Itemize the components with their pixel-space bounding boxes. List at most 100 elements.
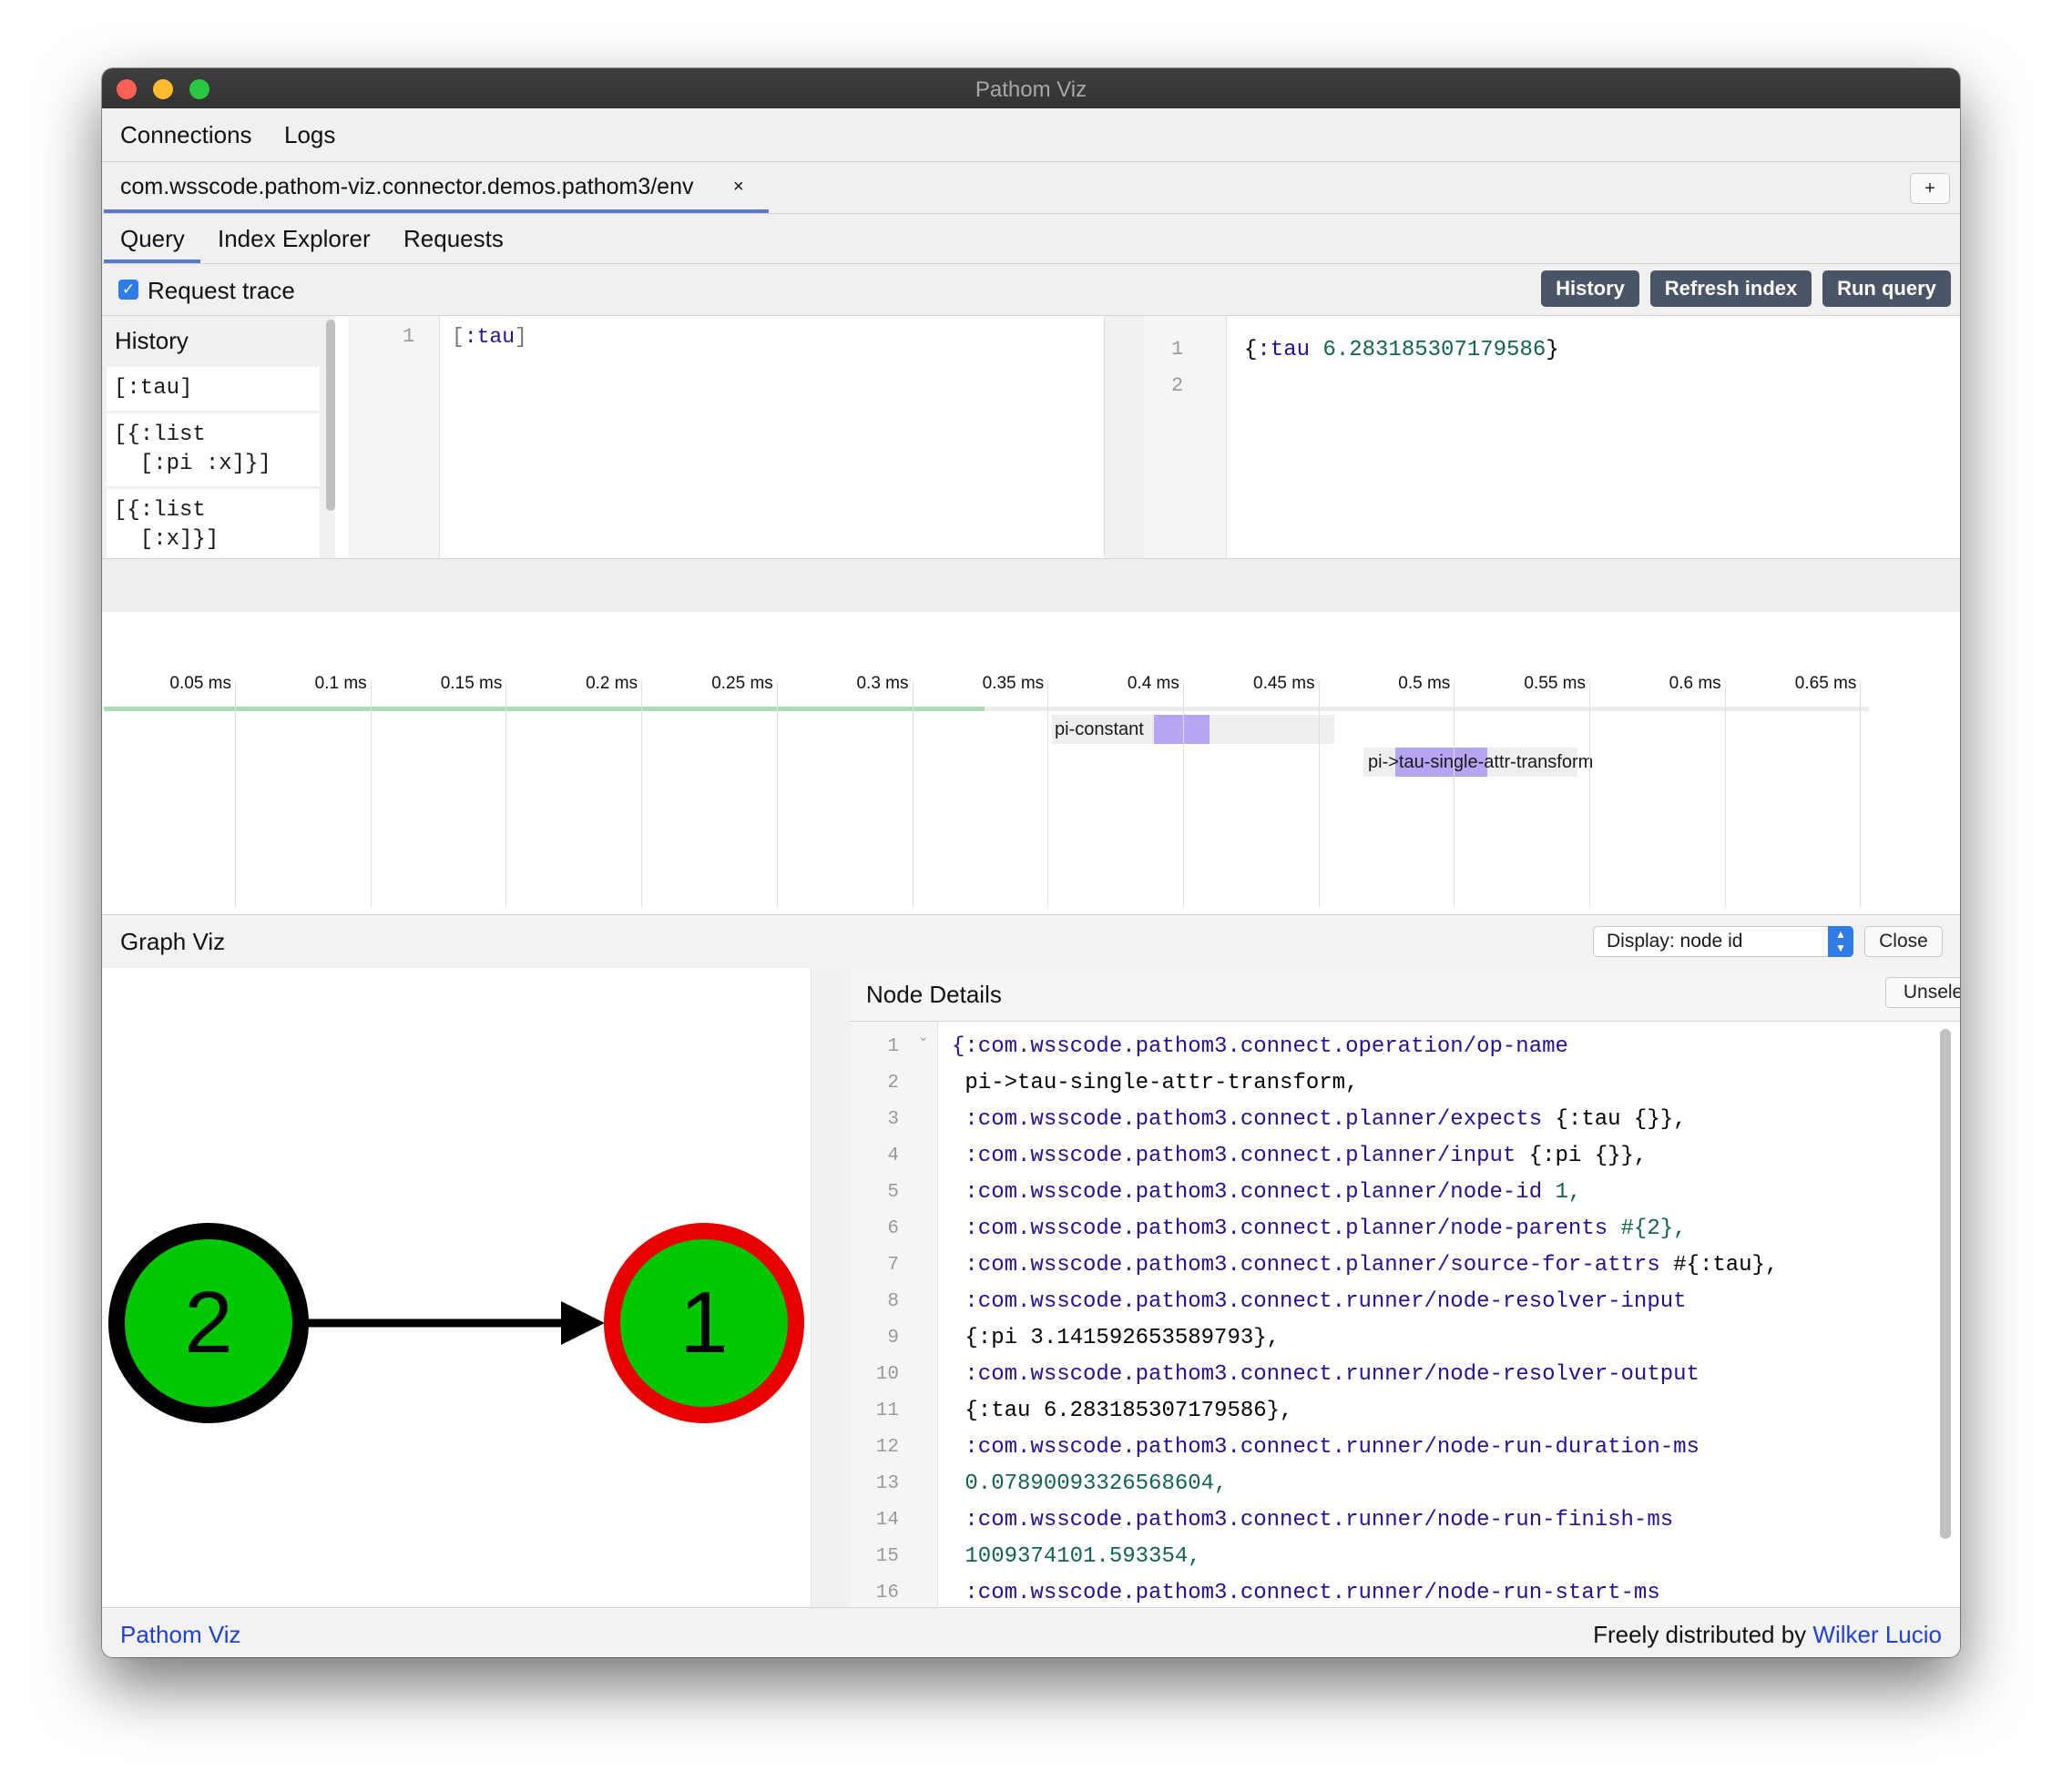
code-value: 1009374101.593354, — [952, 1544, 1201, 1569]
node-details-header: Node Details Unselect node — [850, 968, 1960, 1022]
fold-chevron-icon[interactable]: ⌄ — [918, 1029, 929, 1044]
connection-tab[interactable]: com.wsscode.pathom-viz.connector.demos.p… — [120, 174, 693, 200]
trace-tick-label: 0.45 ms — [1253, 674, 1315, 693]
history-header: History — [115, 327, 189, 354]
node-details-line-number: 14 — [875, 1510, 899, 1531]
arrow-head-icon — [561, 1301, 605, 1345]
code-keyword: :com.wsscode.pathom3.connect.runner/node… — [952, 1289, 1687, 1314]
footer-author-link[interactable]: Wilker Lucio — [1812, 1621, 1942, 1648]
title-bar: Pathom Viz — [102, 68, 1960, 109]
node-details-line-number: 16 — [875, 1583, 899, 1604]
tab-logs[interactable]: Logs — [284, 121, 335, 149]
node-details-code-line: pi->tau-single-attr-transform, — [952, 1071, 1358, 1095]
node-details-line-number: 5 — [887, 1182, 899, 1203]
footer-credit: Freely distributed by Wilker Lucio — [1593, 1621, 1942, 1649]
tab-index-explorer[interactable]: Index Explorer — [218, 225, 371, 253]
trace-gridline — [776, 680, 778, 908]
close-graph-button[interactable]: Close — [1864, 926, 1943, 957]
panel-splitter[interactable] — [102, 558, 1960, 613]
node-details-code-line: 1009374101.593354, — [952, 1544, 1201, 1569]
refresh-index-button[interactable]: Refresh index — [1650, 270, 1812, 307]
code-value: #{2}, — [1608, 1217, 1687, 1241]
node-details-line-number: 2 — [887, 1073, 899, 1094]
result-brace: } — [1546, 338, 1559, 362]
code-value: 0.07890093326568604, — [952, 1471, 1228, 1496]
node-details-code-line: :com.wsscode.pathom3.connect.runner/node… — [952, 1289, 1687, 1314]
query-gutter: 1 — [348, 316, 440, 559]
code-keyword: :com.wsscode.pathom3.connect.planner/nod… — [952, 1217, 1608, 1241]
graph-svg: 2 1 — [108, 1223, 804, 1423]
footer: Pathom Viz Freely distributed by Wilker … — [102, 1607, 1960, 1657]
unselect-node-button[interactable]: Unselect node — [1885, 977, 1960, 1008]
node-details-line-number: 12 — [875, 1437, 899, 1458]
tab-query[interactable]: Query — [120, 225, 185, 253]
node-details-line-number: 11 — [875, 1400, 899, 1421]
trace-tick-label: 0.3 ms — [856, 674, 909, 693]
trace-tick-label: 0.15 ms — [440, 674, 503, 693]
trace-gridline — [1724, 680, 1726, 908]
tab-requests[interactable]: Requests — [403, 225, 504, 253]
history-item[interactable]: [{:list [:x]}] — [107, 489, 320, 559]
graph-canvas[interactable]: 2 1 — [102, 968, 811, 1657]
code-value: {:tau {}}, — [1542, 1107, 1687, 1132]
editor-divider[interactable] — [1104, 316, 1146, 559]
trace-total-bar — [104, 707, 985, 711]
code-keyword: {:com.wsscode.pathom3.connect.operation/… — [952, 1034, 1568, 1059]
tab-connections[interactable]: Connections — [120, 121, 252, 149]
node-details-line-number: 13 — [875, 1473, 899, 1494]
trace-gridline — [1182, 680, 1184, 908]
trace-tick-label: 0.5 ms — [1398, 674, 1451, 693]
node-details-editor[interactable]: 1 {:com.wsscode.pathom3.connect.operation… — [850, 1022, 1960, 1657]
trace-tick-label: 0.25 ms — [711, 674, 773, 693]
history-button[interactable]: History — [1541, 270, 1639, 307]
trace-tick-label: 0.2 ms — [586, 674, 638, 693]
history-panel: History [:tau] [{:list [:pi :x]}] [{:lis… — [102, 316, 335, 559]
trace-panel — [102, 612, 1960, 914]
node-details-code-line: :com.wsscode.pathom3.connect.runner/node… — [952, 1362, 1700, 1387]
trace-tick-label: 0.1 ms — [314, 674, 367, 693]
trace-gridline — [1318, 680, 1320, 908]
node-details-code-line: :com.wsscode.pathom3.connect.planner/nod… — [952, 1217, 1687, 1241]
node-details-scrollbar[interactable] — [1940, 1029, 1951, 1539]
history-item[interactable]: [{:list [:pi :x]}] — [107, 413, 320, 486]
trace-tick-label: 0.65 ms — [1794, 674, 1857, 693]
code-keyword: :com.wsscode.pathom3.connect.planner/inp… — [952, 1144, 1516, 1168]
result-line-number: 1 — [1171, 338, 1184, 361]
add-connection-button[interactable]: + — [1910, 173, 1950, 204]
node-details-line-number: 15 — [875, 1546, 899, 1567]
display-select[interactable]: Display: node id ▲ ▼ — [1593, 926, 1853, 957]
code-keyword: :com.wsscode.pathom3.connect.runner/node… — [952, 1581, 1660, 1605]
trace-span-bar — [1154, 715, 1210, 744]
active-subtab-indicator — [104, 260, 200, 263]
history-item[interactable]: [:tau] — [107, 367, 320, 411]
trace-gridline — [505, 680, 507, 908]
trace-gridline — [1860, 680, 1862, 908]
display-select-value: Display: node id — [1607, 931, 1743, 952]
trace-tick-label: 0.35 ms — [982, 674, 1045, 693]
run-query-button[interactable]: Run query — [1822, 270, 1951, 307]
result-editor[interactable]: {:tau 6.283185307179586} — [1244, 338, 1559, 362]
code-keyword: :com.wsscode.pathom3.connect.planner/sou… — [952, 1253, 1660, 1278]
node-details-code-line: :com.wsscode.pathom3.connect.planner/sou… — [952, 1253, 1778, 1278]
request-trace-label: Request trace — [148, 277, 295, 304]
chevron-up-down-icon: ▲ ▼ — [1828, 926, 1853, 957]
node-details-code-line: {:pi 3.141592653589793}, — [952, 1326, 1280, 1350]
close-connection-icon[interactable]: × — [733, 177, 744, 198]
query-editor[interactable]: [:tau] — [452, 325, 527, 349]
trace-tick-label: 0.05 ms — [169, 674, 231, 693]
trace-gridline — [1047, 680, 1049, 908]
history-scrollbar[interactable] — [326, 320, 335, 511]
request-trace-checkbox[interactable]: ✓ — [118, 280, 138, 300]
node-details-line-number: 3 — [887, 1109, 899, 1130]
node-details-code-line: {:tau 6.283185307179586}, — [952, 1399, 1292, 1423]
graph-divider[interactable] — [811, 968, 851, 1657]
trace-tick-label: 0.55 ms — [1524, 674, 1586, 693]
trace-span-label: pi-constant — [1055, 719, 1144, 739]
connection-tabbar: com.wsscode.pathom-viz.connector.demos.p… — [102, 162, 1960, 214]
trace-gridline — [912, 680, 914, 908]
footer-pathom-viz-link[interactable]: Pathom Viz — [120, 1621, 240, 1649]
node-details-title: Node Details — [866, 981, 1002, 1008]
trace-tick-label: 0.4 ms — [1127, 674, 1179, 693]
result-value: 6.283185307179586 — [1322, 338, 1546, 362]
trace-span-label: pi->tau-single-attr-transform — [1368, 752, 1594, 772]
